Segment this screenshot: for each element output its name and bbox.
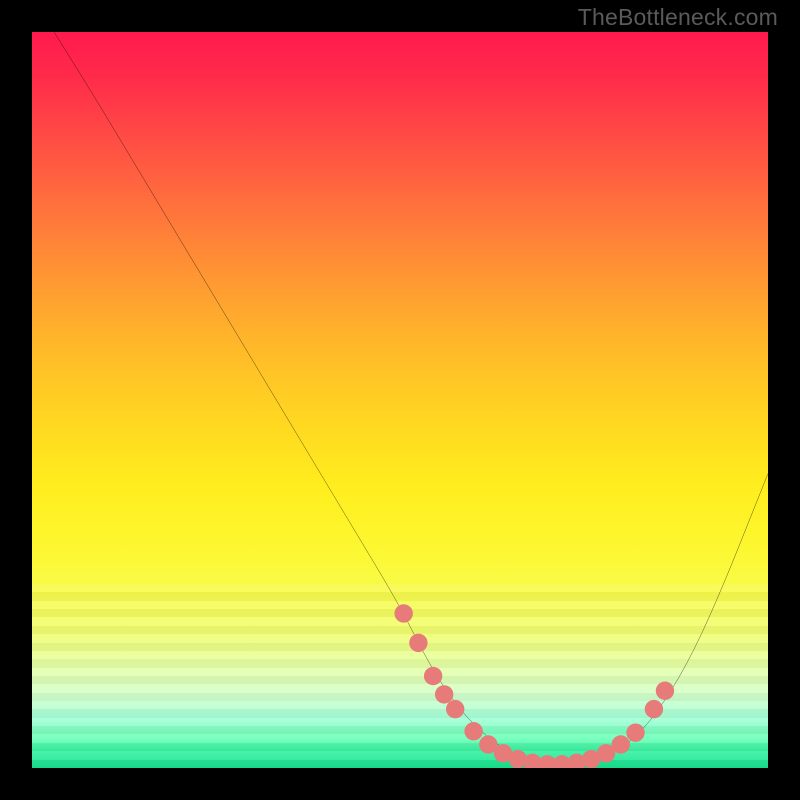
marker-dot <box>394 604 412 622</box>
watermark-text: TheBottleneck.com <box>578 4 778 31</box>
marker-dot <box>656 682 674 700</box>
marker-dot <box>424 667 442 685</box>
curve-markers <box>394 604 674 768</box>
marker-dot <box>626 723 644 741</box>
marker-dot <box>464 722 482 740</box>
marker-dot <box>409 634 427 652</box>
bottleneck-curve <box>54 32 768 764</box>
marker-dot <box>612 735 630 753</box>
marker-dot <box>645 700 663 718</box>
marker-dot <box>435 685 453 703</box>
chart-frame: TheBottleneck.com <box>0 0 800 800</box>
marker-dot <box>446 700 464 718</box>
plot-area <box>32 32 768 768</box>
curve-layer <box>32 32 768 768</box>
